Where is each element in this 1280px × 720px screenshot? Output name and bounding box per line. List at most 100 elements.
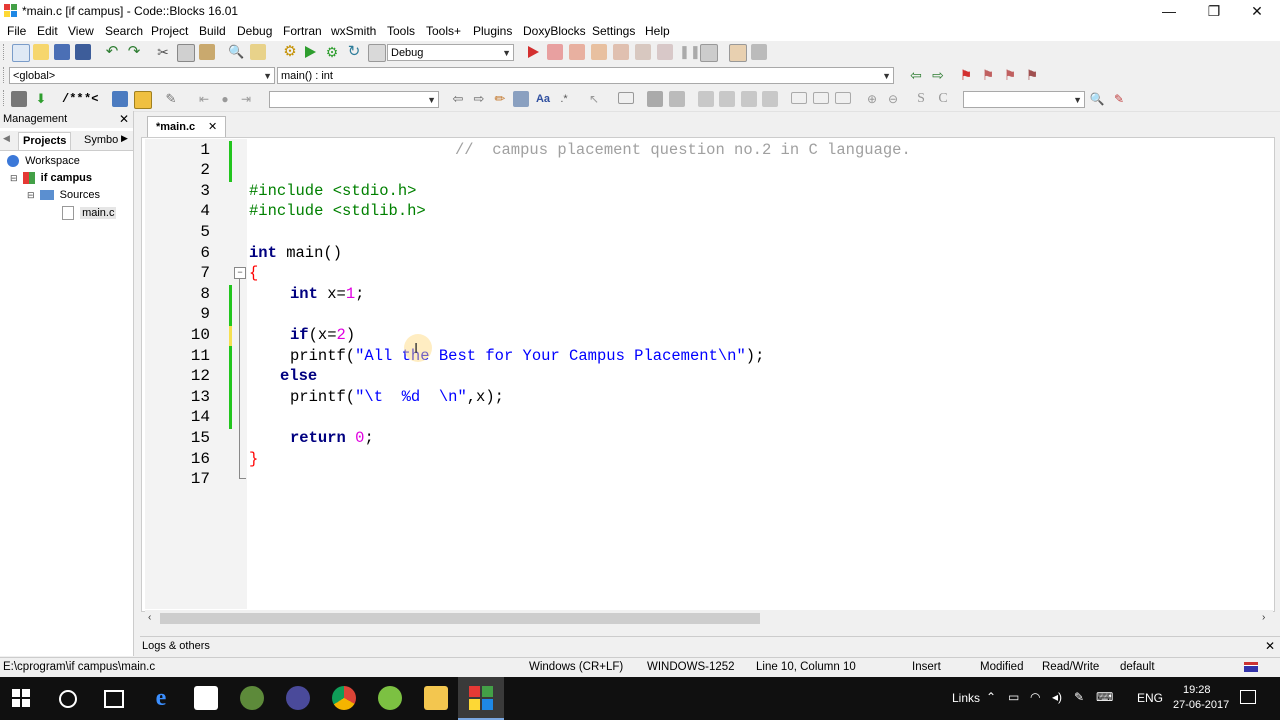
menu-fortran[interactable]: Fortran — [283, 24, 322, 38]
function-select[interactable]: main() : int ▼ — [277, 67, 894, 84]
paste-icon[interactable] — [199, 44, 215, 60]
build-target-select[interactable]: Debug ▼ — [387, 44, 514, 61]
language-indicator[interactable]: ENG — [1137, 691, 1163, 705]
keyboard-icon[interactable]: ⌨ — [1096, 690, 1113, 704]
arrow-right-icon[interactable]: ⇨ — [471, 91, 487, 107]
debug-start-icon[interactable] — [525, 44, 541, 60]
highlight-icon[interactable]: ✏ — [492, 91, 508, 107]
run-to-cursor-icon[interactable] — [547, 44, 563, 60]
replace-icon[interactable] — [250, 44, 266, 60]
new-file-icon[interactable] — [12, 44, 30, 62]
settings-icon[interactable]: ✎ — [1111, 91, 1127, 107]
close-icon[interactable]: ✕ — [1265, 637, 1275, 655]
tree-workspace[interactable]: Workspace — [7, 155, 80, 168]
scrollbar-thumb[interactable] — [160, 613, 760, 624]
toolbar-grip[interactable] — [3, 44, 7, 60]
menu-edit[interactable]: Edit — [37, 24, 58, 38]
align-right-icon[interactable] — [741, 91, 757, 107]
menu-tools-plus[interactable]: Tools+ — [426, 24, 461, 38]
abort-icon[interactable] — [368, 44, 386, 62]
app-icon-2[interactable] — [286, 686, 310, 710]
arrow-left-icon[interactable]: ⇦ — [450, 91, 466, 107]
stop-debug-icon[interactable] — [700, 44, 718, 62]
doxy-html-icon[interactable] — [112, 91, 128, 107]
scope-select[interactable]: <global> ▼ — [9, 67, 275, 84]
menu-plugins[interactable]: Plugins — [473, 24, 512, 38]
pause-icon[interactable]: ❚❚ — [679, 44, 701, 60]
collapse-icon[interactable]: ⊟ — [27, 190, 35, 200]
tab-scroll-left-icon[interactable]: ◀ — [3, 133, 10, 144]
horizontal-scrollbar[interactable]: ‹ › — [145, 610, 1273, 627]
minimize-button[interactable]: — — [1146, 0, 1192, 22]
bookmark-clear-icon[interactable]: ⚑ — [1024, 67, 1040, 83]
doxywizard-icon[interactable] — [11, 91, 27, 107]
codeblocks-taskbar-button[interactable] — [458, 677, 504, 720]
step-instruction-icon[interactable] — [657, 44, 673, 60]
tree-project[interactable]: ⊟ if campus — [10, 172, 92, 185]
box3-icon[interactable] — [835, 92, 851, 104]
app-icon-1[interactable] — [240, 686, 264, 710]
collapse-icon[interactable]: ⊟ — [10, 173, 18, 183]
tab-projects[interactable]: Projects — [18, 132, 72, 150]
undo-icon[interactable]: ↶ — [104, 44, 120, 60]
start-button[interactable] — [12, 689, 30, 710]
tab-symbols[interactable]: Symbo — [80, 132, 122, 149]
task-view-icon[interactable] — [104, 690, 124, 708]
debug-info-icon[interactable] — [751, 44, 767, 60]
menu-build[interactable]: Build — [199, 24, 226, 38]
regex-icon[interactable]: .* — [556, 91, 572, 107]
bookmark-prev-icon[interactable]: ⚑ — [980, 67, 996, 83]
symbol-c-icon[interactable]: C — [935, 91, 951, 107]
wifi-icon[interactable]: ◠ — [1030, 690, 1040, 704]
menu-debug[interactable]: Debug — [237, 24, 272, 38]
save-all-icon[interactable] — [75, 44, 91, 60]
next-instruction-icon[interactable] — [635, 44, 651, 60]
tab-scroll-right-icon[interactable]: ▶ — [121, 133, 128, 144]
rebuild-icon[interactable]: ↻ — [346, 44, 362, 60]
clock-date[interactable]: 27-06-2017 — [1173, 699, 1229, 711]
wrench-icon[interactable]: ✎ — [163, 91, 179, 107]
align-center-icon[interactable] — [719, 91, 735, 107]
menu-search[interactable]: Search — [105, 24, 143, 38]
symbol-s-icon[interactable]: S — [913, 91, 929, 107]
search-dropdown[interactable]: ▼ — [963, 91, 1085, 108]
redo-icon[interactable]: ↷ — [126, 44, 142, 60]
menu-help[interactable]: Help — [645, 24, 670, 38]
close-icon[interactable]: ✕ — [208, 117, 217, 137]
menu-tools[interactable]: Tools — [387, 24, 415, 38]
tree-file[interactable]: main.c — [62, 206, 117, 220]
bookmark-next-icon[interactable]: ⚑ — [1002, 67, 1018, 83]
fold-toggle-icon[interactable]: − — [234, 267, 246, 279]
menu-wxsmith[interactable]: wxSmith — [331, 24, 376, 38]
close-window-button[interactable]: ✕ — [1234, 0, 1280, 22]
zoom-out-icon[interactable]: ⊖ — [885, 91, 901, 107]
menu-project[interactable]: Project — [151, 24, 188, 38]
notification-icon[interactable] — [1240, 690, 1256, 704]
dot-icon[interactable]: ● — [217, 91, 233, 107]
jump-forward-icon[interactable]: ⇨ — [930, 67, 946, 83]
store-icon[interactable] — [194, 686, 218, 710]
select-icon[interactable] — [513, 91, 529, 107]
tab-main-c[interactable]: *main.c ✕ — [147, 116, 226, 137]
scroll-right-icon[interactable]: › — [1262, 612, 1265, 623]
file-explorer-icon[interactable] — [424, 686, 448, 710]
pen-icon[interactable]: ✎ — [1074, 690, 1084, 704]
step-into-icon[interactable] — [591, 44, 607, 60]
restore-button[interactable]: ❐ — [1191, 0, 1237, 22]
menu-doxyblocks[interactable]: DoxyBlocks — [523, 24, 586, 38]
search-cortana-icon[interactable] — [59, 690, 77, 708]
clock-time[interactable]: 19:28 — [1183, 684, 1211, 696]
pointer-icon[interactable]: ↖ — [586, 91, 602, 107]
doxy-chm-icon[interactable] — [134, 91, 152, 109]
copy-icon[interactable] — [177, 44, 195, 62]
toolbar-grip[interactable] — [3, 67, 7, 83]
menu-file[interactable]: File — [7, 24, 26, 38]
cut-icon[interactable]: ✂ — [155, 44, 171, 60]
scroll-left-icon[interactable]: ‹ — [148, 612, 151, 623]
volume-icon[interactable]: ◂) — [1052, 690, 1062, 704]
search-combo[interactable]: ▼ — [269, 91, 439, 108]
find-icon[interactable]: 🔍 — [228, 44, 244, 60]
line-comment-button[interactable]: *< — [84, 92, 98, 106]
justify-icon[interactable] — [762, 91, 778, 107]
align-left-icon[interactable] — [698, 91, 714, 107]
